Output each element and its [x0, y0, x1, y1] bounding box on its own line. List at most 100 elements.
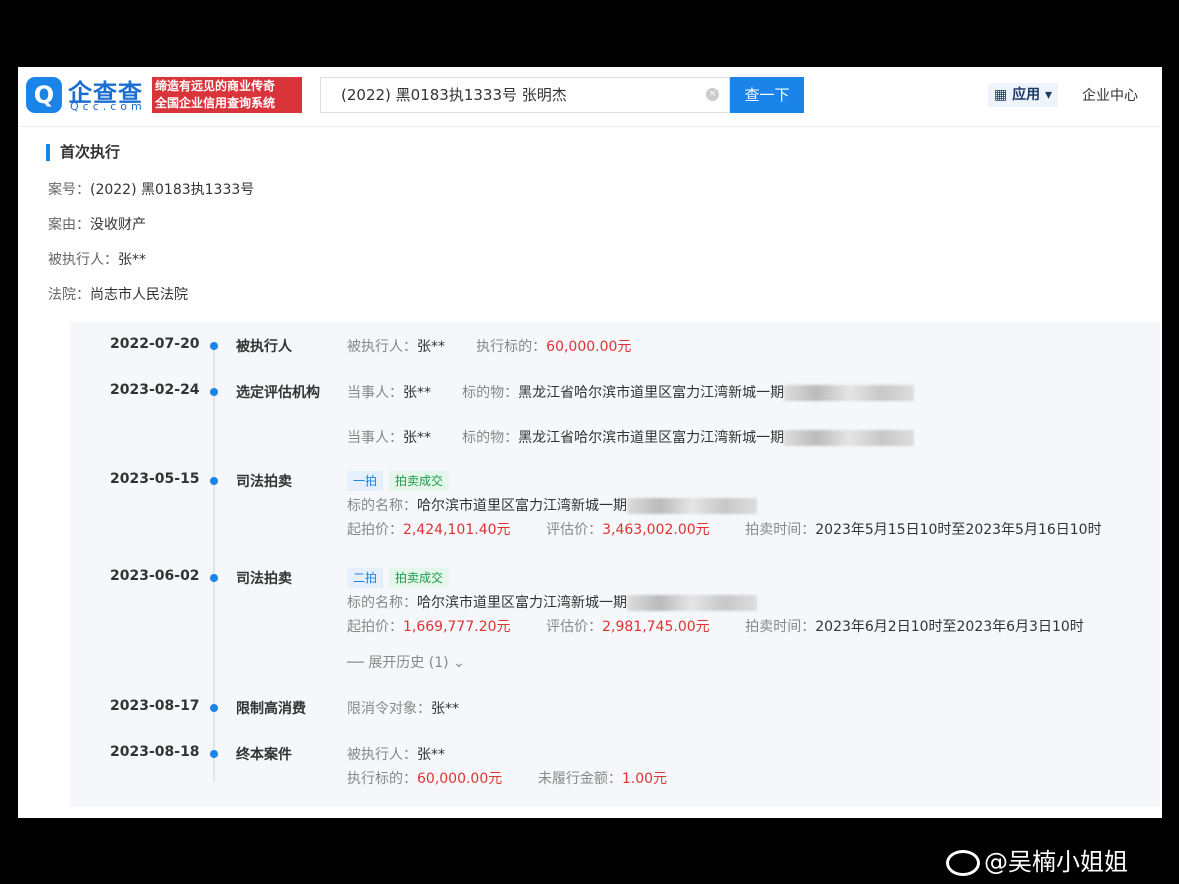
label: 执行标的：: [347, 771, 417, 787]
redacted: [627, 498, 757, 514]
detail: 标的名称：哈尔滨市道里区富力江湾新城一期: [347, 592, 757, 612]
caret-down-icon: ▾: [1040, 87, 1053, 103]
dot-icon: [210, 750, 218, 758]
value: 尚志市人民法院: [90, 287, 188, 303]
tags: 二拍 拍卖成交: [347, 568, 455, 588]
round-tag: 一拍: [347, 471, 384, 491]
value: 1.00元: [621, 771, 668, 787]
section-title: 首次执行: [46, 144, 120, 161]
value: 没收财产: [90, 217, 146, 233]
event: 司法拍卖: [236, 571, 292, 587]
label: 未履行金额：: [537, 771, 622, 787]
label: 被执行人：: [48, 252, 118, 268]
value: 张**: [403, 430, 431, 446]
dot-icon: [210, 388, 218, 396]
label: 当事人：: [347, 430, 403, 446]
value: 60,000.00元: [546, 339, 632, 355]
dot-icon: [210, 342, 218, 350]
watermark: @吴楠小姐姐: [946, 842, 1128, 877]
label: 评估价：: [546, 619, 603, 635]
value: 张**: [118, 252, 146, 268]
slogan: 缔造有远见的商业传奇 全国企业信用查询系统: [152, 77, 302, 113]
header: Q 企查查 Qcc.com 缔造有远见的商业传奇 全国企业信用查询系统 (2022…: [18, 67, 1162, 127]
label: 当事人：: [347, 385, 403, 401]
value: 黑龙江省哈尔滨市道里区富力江湾新城一期: [518, 385, 785, 401]
watermark-text: @吴楠小姐姐: [984, 848, 1128, 876]
event: 限制高消费: [236, 701, 306, 717]
event: 被执行人: [236, 339, 292, 355]
tags: 一拍 拍卖成交: [347, 471, 455, 491]
timeline-line: [213, 342, 215, 782]
weibo-icon: [946, 850, 980, 876]
label: 起拍价：: [347, 619, 403, 635]
dot-icon: [210, 574, 218, 582]
date: 2023-08-18: [110, 744, 200, 760]
value: 黑龙江省哈尔滨市道里区富力江湾新城一期: [518, 430, 785, 446]
value: 2,981,745.00元: [602, 619, 710, 635]
label: 案号：: [48, 182, 90, 198]
label: 标的物：: [462, 385, 519, 401]
label: 案由：: [48, 217, 90, 233]
detail: 被执行人：张**: [347, 744, 445, 764]
label: 标的名称：: [347, 595, 417, 611]
label: 拍卖时间：: [745, 619, 816, 635]
value: 张**: [431, 701, 459, 717]
value: 2023年6月2日10时至2023年6月3日10时: [815, 619, 1084, 635]
label: 被执行人：: [347, 339, 417, 355]
event: 选定评估机构: [236, 385, 320, 401]
label: 拍卖时间：: [745, 522, 816, 538]
search-button[interactable]: 查一下: [730, 77, 804, 113]
expand-history-button[interactable]: ── 展开历史 (1) ⌄: [347, 652, 465, 672]
label: 起拍价：: [347, 522, 403, 538]
grid-icon: ▦: [994, 87, 1013, 103]
chevron-down-icon: ⌄: [453, 655, 465, 671]
detail: 当事人：张** 标的物：黑龙江省哈尔滨市道里区富力江湾新城一期: [347, 427, 915, 447]
search-input[interactable]: (2022) 黑0183执1333号 张明杰 ×: [320, 77, 730, 113]
label: 标的名称：: [347, 498, 417, 514]
value: 2,424,101.40元: [403, 522, 511, 538]
label: 评估价：: [546, 522, 603, 538]
value: 哈尔滨市道里区富力江湾新城一期: [417, 498, 627, 514]
detail: 限消令对象：张**: [347, 698, 459, 718]
detail: 起拍价：2,424,101.40元 评估价：3,463,002.00元 拍卖时间…: [347, 519, 1102, 539]
value: 哈尔滨市道里区富力江湾新城一期: [417, 595, 627, 611]
history-label: 展开历史 (1): [368, 655, 449, 671]
label: 执行标的：: [476, 339, 547, 355]
redacted: [784, 430, 915, 446]
apps-menu[interactable]: ▦ 应用 ▾: [988, 83, 1059, 107]
value: 1,669,777.20元: [403, 619, 511, 635]
detail: 当事人：张** 标的物：黑龙江省哈尔滨市道里区富力江湾新城一期: [347, 382, 915, 402]
clear-icon[interactable]: ×: [706, 88, 719, 101]
redacted: [627, 595, 757, 611]
value: 张**: [403, 385, 431, 401]
date: 2023-02-24: [110, 382, 200, 398]
label: 标的物：: [462, 430, 519, 446]
dot-icon: [210, 704, 218, 712]
qcc-logo-icon[interactable]: Q: [26, 77, 62, 113]
value: (2022) 黑0183执1333号: [90, 182, 255, 198]
date: 2023-05-15: [110, 471, 200, 487]
date: 2023-08-17: [110, 698, 200, 714]
court: 法院：尚志市人民法院: [48, 284, 188, 304]
page: Q 企查查 Qcc.com 缔造有远见的商业传奇 全国企业信用查询系统 (2022…: [18, 67, 1162, 818]
detail: 被执行人：张** 执行标的：60,000.00元: [347, 336, 631, 356]
slogan-line: 缔造有远见的商业传奇: [155, 79, 276, 93]
enterprise-center-link[interactable]: 企业中心: [1082, 85, 1138, 105]
slogan-line: 全国企业信用查询系统: [155, 96, 276, 110]
label: 法院：: [48, 287, 90, 303]
executed-person: 被执行人：张**: [48, 249, 146, 269]
status-badge: 拍卖成交: [389, 471, 450, 491]
value: 2023年5月15日10时至2023年5月16日10时: [815, 522, 1102, 538]
case-cause: 案由：没收财产: [48, 214, 146, 234]
redacted: [784, 385, 915, 401]
date: 2022-07-20: [110, 336, 200, 352]
search-value: (2022) 黑0183执1333号 张明杰: [341, 86, 567, 104]
apps-label: 应用: [1012, 87, 1041, 103]
event: 终本案件: [236, 747, 292, 763]
value: 3,463,002.00元: [602, 522, 710, 538]
status-badge: 拍卖成交: [389, 568, 450, 588]
timeline: 2022-07-20 被执行人 被执行人：张** 执行标的：60,000.00元…: [70, 322, 1160, 807]
brand-sub: Qcc.com: [70, 100, 146, 113]
event: 司法拍卖: [236, 474, 292, 490]
value: 张**: [417, 747, 445, 763]
